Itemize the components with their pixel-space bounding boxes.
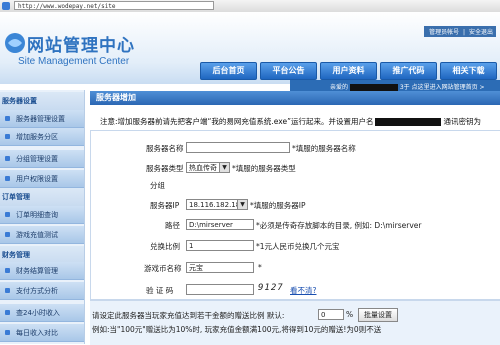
top-links: 管理员帐号 | 安全退出: [424, 26, 496, 37]
captcha-image: 9127: [258, 283, 284, 293]
group-label: 分组: [150, 181, 165, 190]
welcome-prefix: 亲爱的: [330, 84, 349, 91]
address-input[interactable]: http://www.wodepay.net/site: [14, 1, 214, 10]
captcha-input[interactable]: [186, 284, 254, 295]
server-add-form: [90, 130, 500, 300]
bullet-icon: [5, 310, 10, 315]
top-links-separator: |: [463, 29, 466, 36]
captcha-refresh-link[interactable]: 看不清?: [290, 285, 316, 296]
site-title-cn: 网站管理中心: [27, 36, 135, 56]
bullet-icon: [5, 176, 10, 181]
captcha-label: 验 证 码: [146, 286, 174, 295]
sidebar-item-server-manage[interactable]: 服务器管理设置: [0, 110, 84, 128]
sidebar-category-server-settings[interactable]: 服务器设置: [0, 92, 84, 110]
nav-downloads-button[interactable]: 相关下载: [440, 62, 497, 80]
bullet-icon: [5, 212, 10, 217]
chevron-down-icon[interactable]: ▼: [237, 200, 247, 209]
admin-account-link[interactable]: 管理员帐号: [429, 29, 459, 36]
bullet-icon: [5, 330, 10, 335]
currency-input[interactable]: 元宝: [186, 262, 254, 273]
brand-logo-icon: [5, 33, 25, 53]
bullet-icon: [5, 232, 10, 237]
sidebar-item-order-query[interactable]: 订单明细查询: [0, 206, 84, 224]
sidebar-item-payment-analysis[interactable]: 支付方式分析: [0, 282, 84, 300]
nav-user-profile-button[interactable]: 用户资料: [320, 62, 377, 80]
logout-link[interactable]: 安全退出: [469, 29, 493, 36]
bullet-icon: [5, 268, 10, 273]
welcome-suffix: 3于: [399, 84, 410, 91]
server-type-label: 服务器类型: [146, 164, 184, 173]
sidebar-item-daily-compare[interactable]: 每日收入对比: [0, 324, 84, 342]
sidebar-item-recharge-test[interactable]: 游戏充值测试: [0, 226, 84, 244]
server-ip-label: 服务器IP: [150, 201, 180, 210]
sidebar-item-settlement[interactable]: 财务结算管理: [0, 262, 84, 280]
bonus-percent-input[interactable]: 0: [318, 309, 344, 320]
currency-label: 游戏币名称: [144, 264, 182, 273]
chevron-down-icon[interactable]: ▼: [219, 163, 229, 172]
path-hint: *必须是传奇存放脚本的目录, 例如: D:\mirserver: [256, 221, 422, 230]
server-name-input[interactable]: [186, 142, 290, 153]
currency-hint: *: [258, 263, 262, 272]
site-header: 网站管理中心 Site Management Center 管理员帐号 | 安全…: [0, 12, 500, 94]
server-ip-hint: *填服的服务器IP: [250, 201, 306, 210]
bullet-icon: [5, 156, 10, 161]
server-type-select[interactable]: 热血传奇 ▼: [186, 162, 230, 173]
nav-promo-code-button[interactable]: 推广代码: [380, 62, 437, 80]
bonus-setting-text: 请设定此服务器当玩家充值达到若干金额的赠送比例 默认:: [92, 311, 285, 320]
welcome-home-link[interactable]: 点这里进入网站管理首页 >: [412, 84, 485, 91]
path-input[interactable]: D:\mirserver: [186, 219, 254, 230]
bonus-example-text: 例如:当"100元"赠送比为10%时, 玩家充值金额满100元,将得到10元的赠…: [92, 325, 382, 334]
sidebar-category-orders[interactable]: 订单管理: [0, 188, 84, 206]
server-name-hint: *填服的服务器名称: [292, 144, 356, 153]
redacted-username: [375, 118, 442, 126]
bonus-settings-area: [90, 300, 500, 345]
path-label: 路径: [165, 221, 180, 230]
sidebar-item-24h-income[interactable]: 查24小时收入: [0, 304, 84, 322]
bullet-icon: [5, 134, 10, 139]
notice-text: 注意:增加服务器前请先把客户端“我的易网充值系统.exe”运行起来。并设置用户名…: [100, 117, 481, 126]
bullet-icon: [5, 288, 10, 293]
batch-set-button[interactable]: 批量设置: [358, 308, 398, 322]
nav-home-button[interactable]: 后台首页: [200, 62, 257, 80]
sidebar-item-add-partition[interactable]: 增加服务分区: [0, 128, 84, 146]
server-name-label: 服务器名称: [146, 144, 184, 153]
sidebar-item-user-permissions[interactable]: 用户权限设置: [0, 170, 84, 188]
bullet-icon: [5, 116, 10, 121]
ratio-hint: *1元人民币兑换几个元宝: [256, 242, 340, 251]
browser-page-icon: [2, 2, 10, 10]
site-title-en: Site Management Center: [18, 56, 130, 67]
ratio-label: 兑换比例: [150, 242, 180, 251]
nav-announcement-button[interactable]: 平台公告: [260, 62, 317, 80]
server-ip-select[interactable]: 18.116.182.183 ▼: [186, 199, 248, 210]
percent-unit: %: [346, 310, 354, 319]
sidebar-item-group-settings[interactable]: 分组管理设置: [0, 150, 84, 168]
ratio-input[interactable]: 1: [186, 240, 254, 251]
server-type-hint: *填服的服务器类型: [232, 164, 296, 173]
panel-title: 服务器增加: [90, 91, 500, 105]
